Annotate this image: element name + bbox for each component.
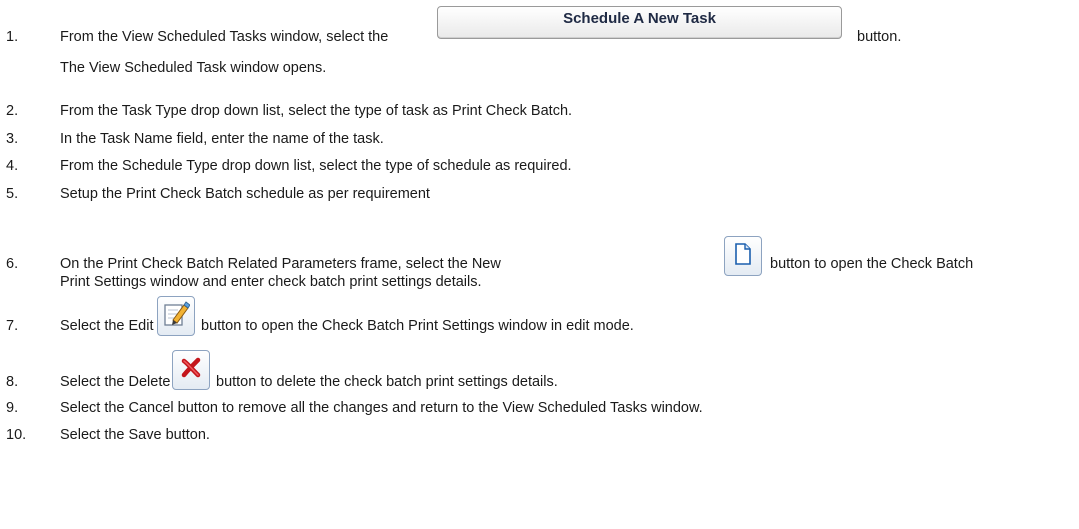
step-text: Select the Save button.	[60, 427, 210, 443]
step-text-after: button to delete the check batch print s…	[216, 374, 558, 390]
step-number: 9.	[6, 400, 19, 416]
new-button[interactable]	[724, 236, 762, 276]
step-number: 3.	[6, 131, 19, 147]
step-text: From the Schedule Type drop down list, s…	[60, 158, 572, 174]
step-text: On the Print Check Batch Related Paramet…	[60, 256, 501, 272]
step-number: 4.	[6, 158, 19, 174]
edit-button[interactable]	[157, 296, 195, 336]
step-text-line2: Print Settings window and enter check ba…	[60, 274, 482, 290]
step-text: From the View Scheduled Tasks window, se…	[60, 29, 389, 45]
step-text-after: button to open the Check Batch Print Set…	[201, 318, 634, 334]
step-number: 5.	[6, 186, 19, 202]
step-number: 10.	[6, 427, 27, 443]
step-number: 2.	[6, 103, 19, 119]
step-number: 7.	[6, 318, 19, 334]
step-text-after: button.	[857, 29, 902, 45]
step-text: Select the Cancel button to remove all t…	[60, 400, 703, 416]
schedule-new-task-button[interactable]: Schedule A New Task	[437, 6, 842, 39]
step-number: 6.	[6, 256, 19, 272]
step-text: Select the Delete	[60, 374, 171, 390]
new-document-icon	[733, 243, 753, 269]
step-text-after: button to open the Check Batch	[770, 256, 974, 272]
step-text: From the Task Type drop down list, selec…	[60, 103, 573, 119]
step-text: Select the Edit	[60, 318, 154, 334]
step-text: Setup the Print Check Batch schedule as …	[60, 186, 430, 202]
step-result: The View Scheduled Task window opens.	[60, 60, 327, 76]
delete-button[interactable]	[172, 350, 210, 390]
step-text: In the Task Name field, enter the name o…	[60, 131, 384, 147]
edit-pencil-icon	[162, 300, 191, 332]
step-number: 1.	[6, 29, 19, 45]
step-number: 8.	[6, 374, 19, 390]
delete-x-icon	[179, 356, 203, 384]
